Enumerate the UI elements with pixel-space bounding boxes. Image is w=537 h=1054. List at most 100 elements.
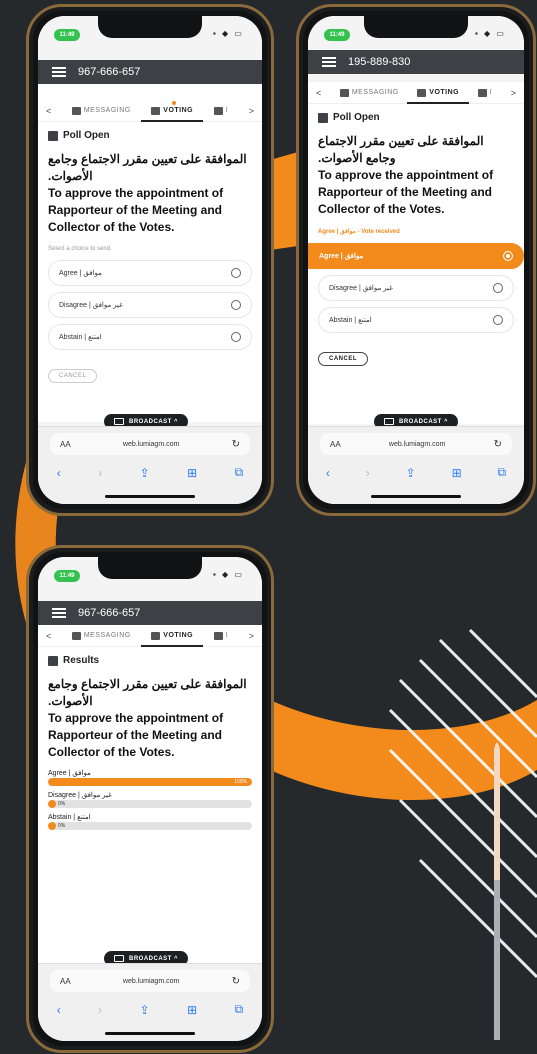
results-icon <box>48 655 58 666</box>
tab-voting[interactable]: VOTING <box>141 100 203 122</box>
choice-abstain[interactable]: Abstain | امتنع <box>48 324 252 350</box>
question-english: To approve the appointment of Rapporteur… <box>48 186 224 234</box>
document-icon <box>213 106 223 115</box>
forward-icon[interactable]: › <box>98 466 102 480</box>
result-percent: 0% <box>58 823 66 829</box>
home-indicator <box>371 495 461 498</box>
text-size-button[interactable]: AA <box>330 440 341 449</box>
tab-messaging[interactable]: MESSAGING <box>339 82 399 104</box>
browser-nav: ‹ › ⇪ ⊞ ⧉ <box>308 465 524 480</box>
browser-nav: ‹ › ⇪ ⊞ ⧉ <box>38 465 262 480</box>
tab-documents[interactable]: I <box>213 100 228 122</box>
cast-icon <box>114 955 124 962</box>
back-icon[interactable]: ‹ <box>326 466 330 480</box>
chevron-right-icon[interactable]: > <box>249 631 254 641</box>
vote-received-status: Agree | موافق - Vote received <box>318 229 400 235</box>
chevron-right-icon[interactable]: > <box>249 106 254 116</box>
tab-messaging[interactable]: MESSAGING <box>71 625 131 647</box>
radio-icon <box>231 332 241 342</box>
poll-header: Poll Open <box>318 112 514 123</box>
voting-icon <box>151 106 161 115</box>
choice-disagree[interactable]: Disagree | غير موافق <box>318 275 514 301</box>
notification-dot <box>172 100 177 105</box>
tab-documents[interactable]: I <box>477 82 492 104</box>
phone-screen: 11:49 ▪ ◆ ▭ 967-666-657 < MESSAGING VOTI… <box>38 557 262 1041</box>
share-icon[interactable]: ⇪ <box>140 466 150 480</box>
menu-icon[interactable] <box>322 55 336 69</box>
status-time: 11:49 <box>54 570 80 582</box>
tabs-icon[interactable]: ⧉ <box>235 465 244 480</box>
cancel-button[interactable]: CANCEL <box>48 369 98 383</box>
poll-content: Poll Open الموافقة على تعيين مقرر الاجتم… <box>38 122 262 422</box>
choice-agree[interactable]: Agree | موافق <box>48 260 252 286</box>
poll-icon <box>48 130 58 141</box>
home-indicator <box>105 495 195 498</box>
tab-documents[interactable]: I <box>213 625 228 647</box>
messaging-icon <box>71 106 81 115</box>
poll-header: Poll Open <box>48 130 252 141</box>
result-bar-track: 100% <box>48 778 252 786</box>
result-label: Disagree | غير موافق <box>48 792 112 799</box>
poll-content: Poll Open الموافقة على تعيين مقرر الاجتم… <box>308 104 524 424</box>
app-topbar: 195-889-830 <box>308 50 524 74</box>
status-time: 11:49 <box>324 29 350 41</box>
tab-bar: < MESSAGING VOTING I > <box>38 100 262 122</box>
tab-voting[interactable]: VOTING <box>407 82 469 104</box>
back-icon[interactable]: ‹ <box>57 1003 61 1017</box>
reload-icon[interactable]: ↻ <box>232 976 240 987</box>
url-text: web.lumiagm.com <box>388 440 446 448</box>
url-text: web.lumiagm.com <box>122 440 180 448</box>
share-icon[interactable]: ⇪ <box>406 466 416 480</box>
browser-toolbar: AA web.lumiagm.com ↻ ‹ › ⇪ ⊞ ⧉ <box>38 426 262 504</box>
choice-hint: Select a choice to send. <box>48 246 112 252</box>
browser-toolbar: AA web.lumiagm.com ↻ ‹ › ⇪ ⊞ ⧉ <box>38 963 262 1041</box>
question-arabic: الموافقة على تعيين مقرر الاجتماع وجامع ا… <box>48 677 247 708</box>
radio-icon <box>493 315 503 325</box>
reload-icon[interactable]: ↻ <box>232 439 240 450</box>
url-bar[interactable]: AA web.lumiagm.com ↻ <box>50 970 250 992</box>
chevron-left-icon[interactable]: < <box>46 631 51 641</box>
chevron-right-icon[interactable]: > <box>511 88 516 98</box>
app-topbar: 967-666-657 <box>38 60 262 84</box>
text-size-button[interactable]: AA <box>60 977 71 986</box>
chevron-left-icon[interactable]: < <box>316 88 321 98</box>
radio-icon <box>231 300 241 310</box>
back-icon[interactable]: ‹ <box>57 466 61 480</box>
choice-agree[interactable]: Agree | موافق <box>308 243 524 269</box>
reload-icon[interactable]: ↻ <box>494 439 502 450</box>
bookmarks-icon[interactable]: ⊞ <box>187 1003 197 1017</box>
cancel-button[interactable]: CANCEL <box>318 352 368 366</box>
poll-status: Results <box>63 655 100 666</box>
tabs-icon[interactable]: ⧉ <box>497 465 506 480</box>
bookmarks-icon[interactable]: ⊞ <box>452 466 462 480</box>
url-bar[interactable]: AA web.lumiagm.com ↻ <box>50 433 250 455</box>
choice-abstain[interactable]: Abstain | امتنع <box>318 307 514 333</box>
menu-icon[interactable] <box>52 65 66 79</box>
result-bar-fill <box>48 778 252 786</box>
tab-bar: < MESSAGING VOTING I > <box>308 82 524 104</box>
result-label: Abstain | امتنع <box>48 814 91 821</box>
text-size-button[interactable]: AA <box>60 440 71 449</box>
poll-icon <box>318 112 328 123</box>
url-bar[interactable]: AA web.lumiagm.com ↻ <box>320 433 512 455</box>
tabs-icon[interactable]: ⧉ <box>235 1002 244 1017</box>
chevron-left-icon[interactable]: < <box>46 106 51 116</box>
choice-disagree[interactable]: Disagree | غير موافق <box>48 292 252 318</box>
forward-icon[interactable]: › <box>98 1003 102 1017</box>
question-arabic: الموافقة على تعيين مقرر الاجتماع وجامع ا… <box>48 152 247 183</box>
share-icon[interactable]: ⇪ <box>140 1003 150 1017</box>
phone-notch <box>98 557 202 579</box>
tab-voting[interactable]: VOTING <box>141 625 203 647</box>
tab-bar: < MESSAGING VOTING I > <box>38 625 262 647</box>
voting-icon <box>417 88 427 97</box>
signal-wifi-battery-icon: ▪ ◆ ▭ <box>475 29 506 38</box>
menu-icon[interactable] <box>52 606 66 620</box>
tab-messaging[interactable]: MESSAGING <box>71 100 131 122</box>
phone-number: 967-666-657 <box>78 607 141 619</box>
results-content: Results الموافقة على تعيين مقرر الاجتماع… <box>38 647 262 987</box>
phone-number: 967-666-657 <box>78 66 141 78</box>
forward-icon[interactable]: › <box>366 466 370 480</box>
phone-results: 11:49 ▪ ◆ ▭ 967-666-657 < MESSAGING VOTI… <box>26 545 274 1053</box>
result-percent: 0% <box>58 801 66 807</box>
bookmarks-icon[interactable]: ⊞ <box>187 466 197 480</box>
